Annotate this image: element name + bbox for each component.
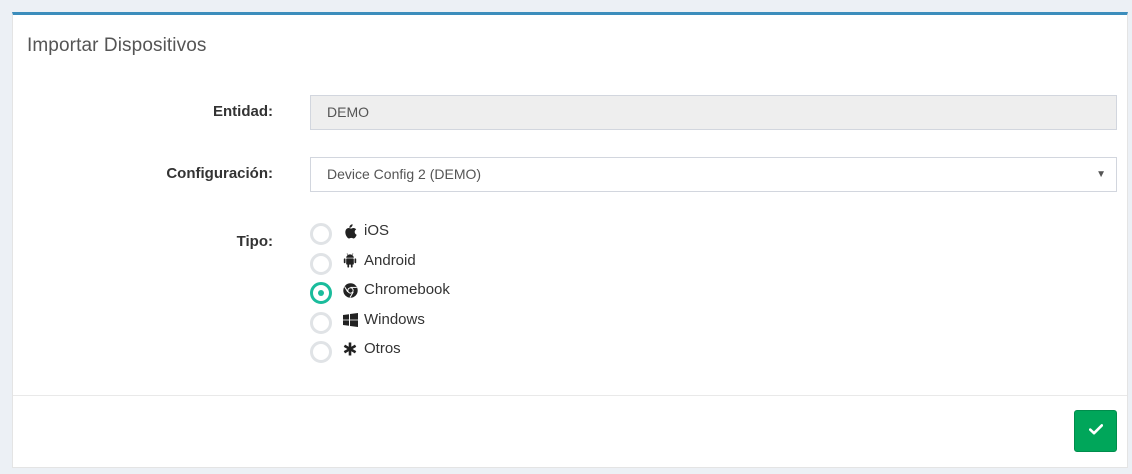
tipo-radio-group: iOS Android Chromebook Windows Otros	[310, 222, 450, 370]
entidad-field: DEMO	[310, 95, 1117, 130]
radio-option-windows[interactable]: Windows	[310, 311, 450, 341]
windows-icon	[342, 312, 358, 328]
panel-title: Importar Dispositivos	[27, 35, 207, 56]
configuracion-label: Configuración:	[166, 165, 273, 182]
radio-label-android: Android	[364, 251, 416, 269]
radio-option-otros[interactable]: Otros	[310, 340, 450, 370]
radio-button-ios[interactable]	[310, 223, 332, 245]
radio-option-android[interactable]: Android	[310, 252, 450, 282]
radio-label-windows: Windows	[364, 310, 425, 328]
android-icon	[342, 253, 358, 269]
configuracion-selected-value: Device Config 2 (DEMO)	[327, 166, 482, 182]
radio-label-chromebook: Chromebook	[364, 281, 450, 298]
radio-option-ios[interactable]: iOS	[310, 222, 450, 252]
radio-button-android[interactable]	[310, 252, 332, 275]
caret-down-icon: ▼	[1096, 169, 1106, 180]
apple-icon	[342, 223, 358, 239]
entidad-value: DEMO	[327, 104, 369, 120]
check-icon	[1088, 422, 1103, 440]
radio-button-otros[interactable]	[310, 341, 332, 363]
radio-label-ios: iOS	[364, 222, 390, 239]
radio-option-chromebook[interactable]: Chromebook	[310, 281, 450, 311]
radio-button-windows[interactable]	[310, 311, 332, 334]
asterisk-icon	[342, 341, 358, 357]
configuracion-select[interactable]: Device Config 2 (DEMO) ▼	[310, 157, 1117, 192]
radio-label-otros: Otros	[364, 340, 401, 357]
entidad-label: Entidad:	[213, 103, 273, 120]
footer-divider	[13, 395, 1127, 396]
tipo-label: Tipo:	[236, 233, 273, 250]
chrome-icon	[342, 282, 358, 298]
submit-button[interactable]	[1074, 410, 1117, 452]
import-devices-panel: Importar Dispositivos Entidad: DEMO Conf…	[12, 12, 1128, 468]
radio-button-chromebook[interactable]	[310, 282, 332, 304]
